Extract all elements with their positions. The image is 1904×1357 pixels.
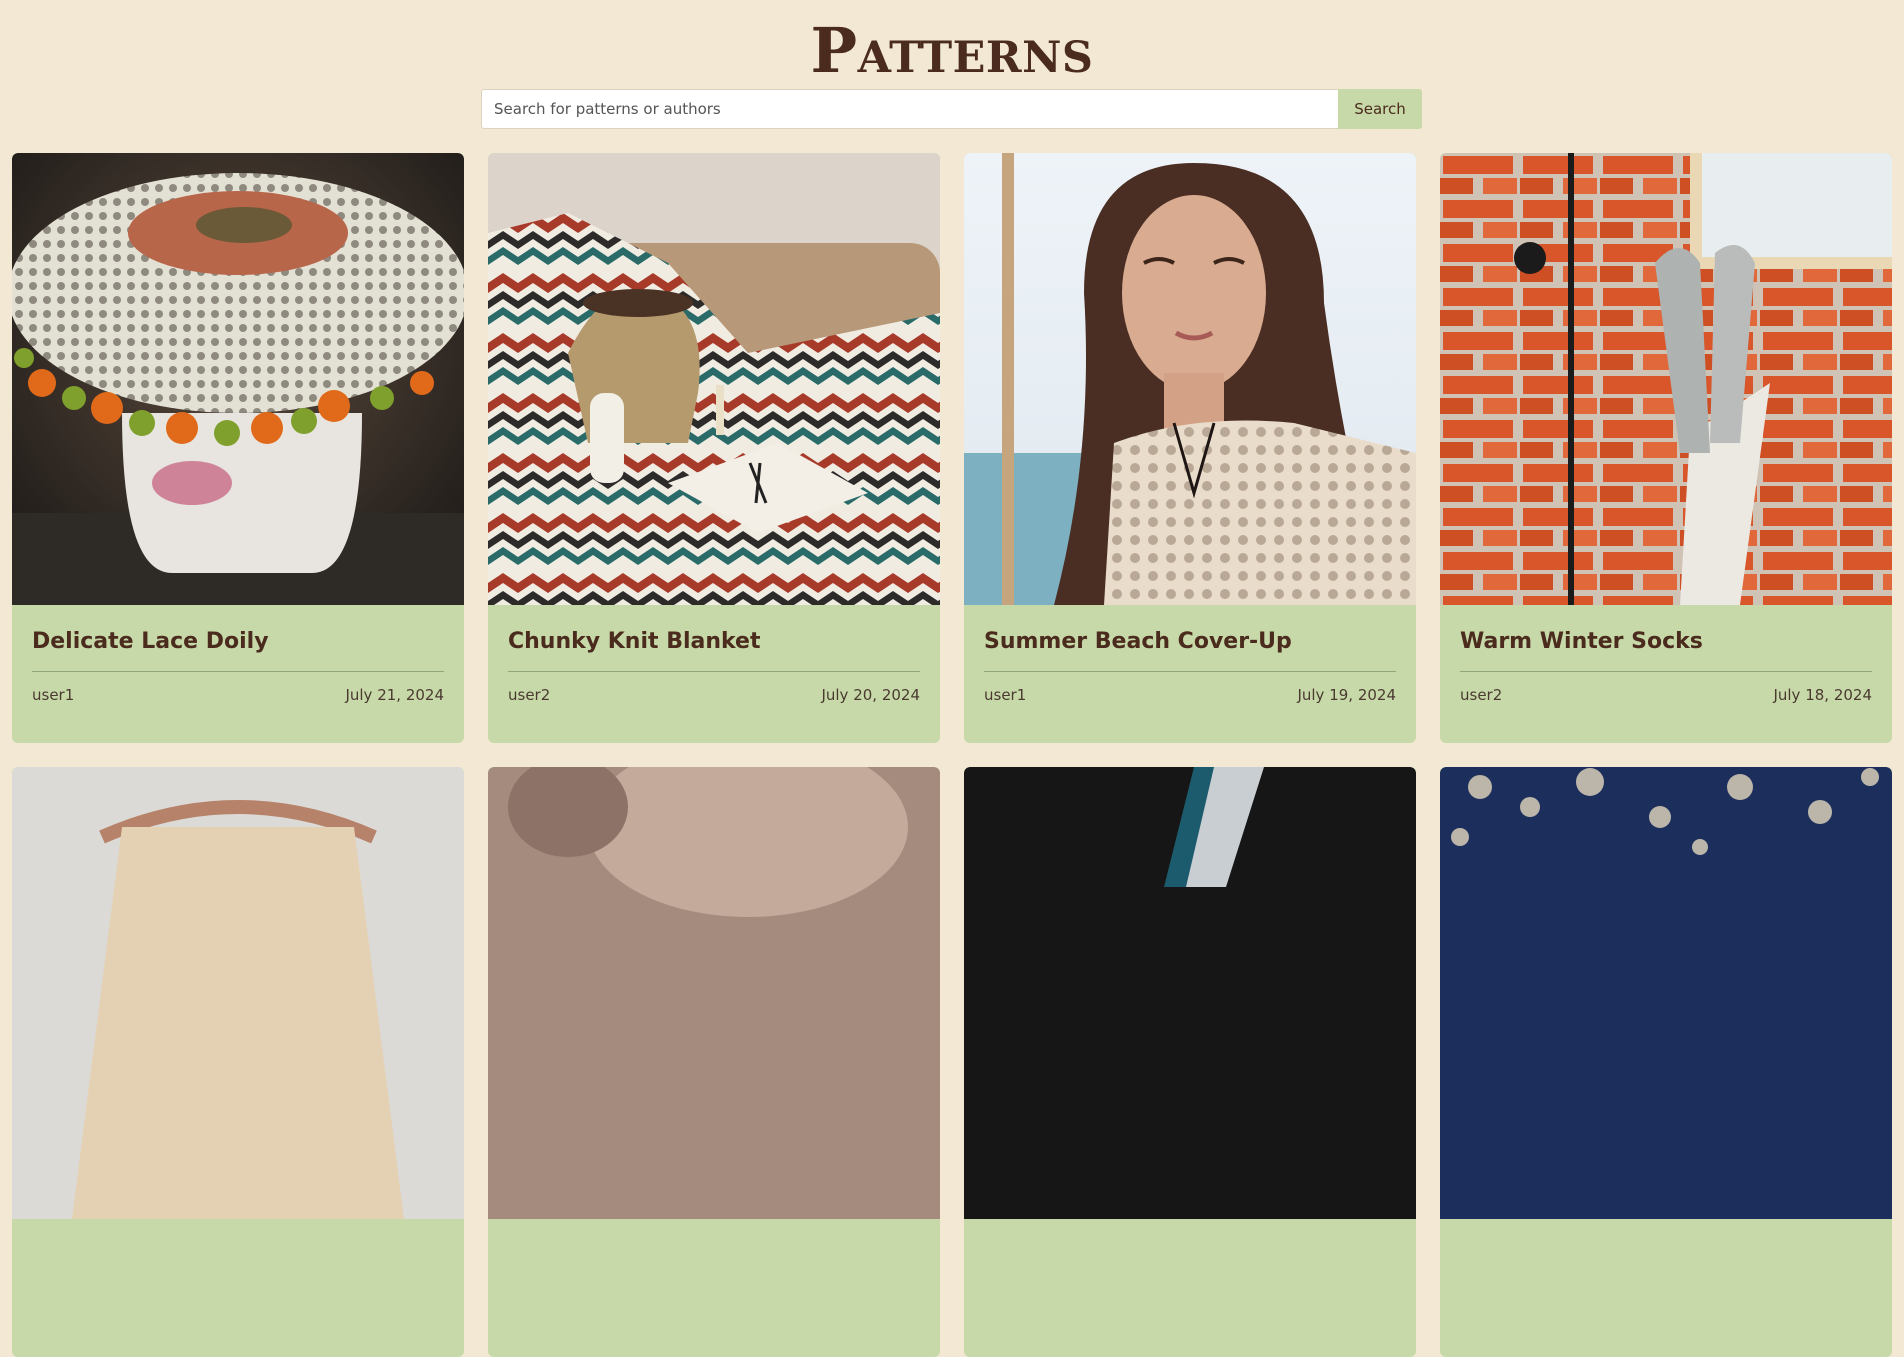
page-title: Patterns xyxy=(810,14,1094,87)
pattern-card[interactable] xyxy=(1440,767,1892,1357)
pattern-date: July 19, 2024 xyxy=(1297,686,1396,704)
pattern-grid: Delicate Lace Doily user1 July 21, 2024 xyxy=(12,153,1892,1357)
pattern-date: July 20, 2024 xyxy=(821,686,920,704)
pattern-image[interactable] xyxy=(964,153,1416,605)
pattern-author[interactable]: user2 xyxy=(508,686,550,704)
pattern-title[interactable]: Summer Beach Cover-Up xyxy=(984,625,1396,661)
pattern-title[interactable]: Warm Winter Socks xyxy=(1460,625,1872,661)
pattern-card[interactable] xyxy=(12,767,464,1357)
pattern-image[interactable] xyxy=(488,153,940,605)
card-divider xyxy=(508,671,920,672)
pattern-image[interactable] xyxy=(12,153,464,605)
pattern-image[interactable] xyxy=(1440,153,1892,605)
pattern-image[interactable] xyxy=(12,767,464,1219)
search-input[interactable] xyxy=(481,89,1338,129)
pattern-card[interactable]: Chunky Knit Blanket user2 July 20, 2024 xyxy=(488,153,940,743)
pattern-author[interactable]: user2 xyxy=(1460,686,1502,704)
pattern-card[interactable] xyxy=(964,767,1416,1357)
pattern-card[interactable]: Warm Winter Socks user2 July 18, 2024 xyxy=(1440,153,1892,743)
pattern-image[interactable] xyxy=(964,767,1416,1219)
pattern-image[interactable] xyxy=(488,767,940,1219)
pattern-card[interactable]: Summer Beach Cover-Up user1 July 19, 202… xyxy=(964,153,1416,743)
pattern-date: July 21, 2024 xyxy=(345,686,444,704)
pattern-author[interactable]: user1 xyxy=(32,686,74,704)
pattern-author[interactable]: user1 xyxy=(984,686,1026,704)
pattern-date: July 18, 2024 xyxy=(1773,686,1872,704)
pattern-image[interactable] xyxy=(1440,767,1892,1219)
pattern-card[interactable]: Delicate Lace Doily user1 July 21, 2024 xyxy=(12,153,464,743)
card-divider xyxy=(984,671,1396,672)
card-divider xyxy=(32,671,444,672)
pattern-card[interactable] xyxy=(488,767,940,1357)
pattern-title[interactable]: Chunky Knit Blanket xyxy=(508,625,920,661)
search-button[interactable]: Search xyxy=(1338,89,1422,129)
search-form: Search xyxy=(481,89,1422,129)
card-divider xyxy=(1460,671,1872,672)
pattern-title[interactable]: Delicate Lace Doily xyxy=(32,625,444,661)
